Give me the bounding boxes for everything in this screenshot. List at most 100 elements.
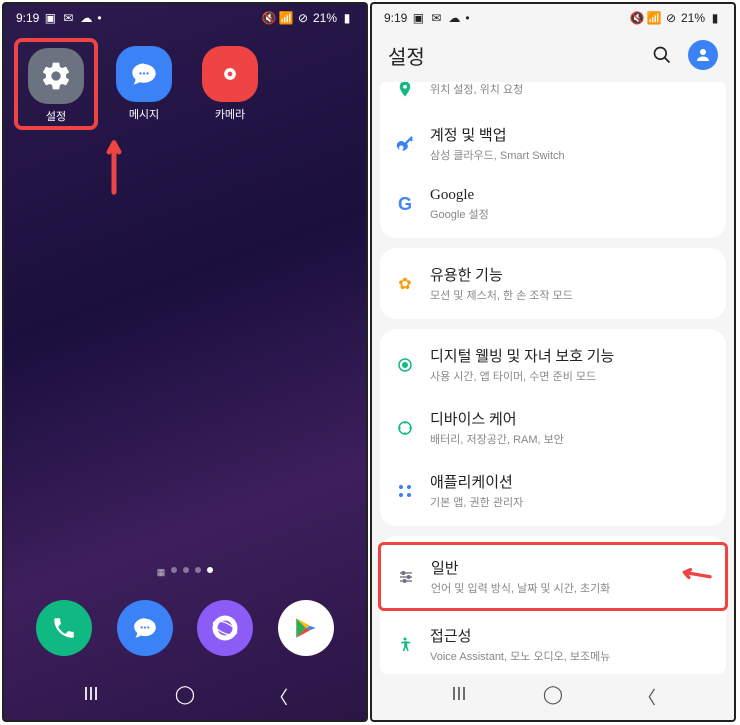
settings-group: 위치 설정, 위치 요청 계정 및 백업 삼성 클라우드, Smart Swit…: [380, 82, 726, 238]
play-store-icon: [293, 615, 319, 641]
item-title: 계정 및 백업: [430, 124, 712, 145]
messages-icon: [116, 46, 172, 102]
wifi-icon: 📶: [647, 11, 661, 25]
nav-recent[interactable]: III: [439, 684, 479, 710]
item-subtitle: 사용 시간, 앱 타이머, 수면 준비 모드: [430, 368, 712, 384]
app-label: 설정: [46, 108, 66, 124]
settings-item-location[interactable]: 위치 설정, 위치 요청: [380, 82, 726, 112]
no-data-icon: ⊘: [664, 11, 678, 25]
settings-item-wellbeing[interactable]: 디지털 웰빙 및 자녀 보호 기능 사용 시간, 앱 타이머, 수면 준비 모드: [380, 333, 726, 396]
item-title: Google: [430, 187, 712, 204]
header-actions: [652, 40, 718, 70]
settings-item-google[interactable]: G Google Google 설정: [380, 175, 726, 234]
profile-avatar[interactable]: [688, 40, 718, 70]
item-subtitle: 기본 앱, 권한 관리자: [430, 494, 712, 510]
nav-home[interactable]: ◯: [533, 684, 573, 710]
settings-item-apps[interactable]: 애플리케이션 기본 앱, 권한 관리자: [380, 459, 726, 522]
status-bar: 9:19 ▣ ✉ ☁ • 🔇 📶 ⊘ 21% ▮: [372, 4, 734, 32]
nav-bar: III ◯ 〈: [372, 674, 734, 720]
item-title: 디지털 웰빙 및 자녀 보호 기능: [430, 345, 712, 366]
page-dot: [171, 567, 177, 573]
battery-icon: ▮: [340, 11, 354, 25]
settings-item-device-care[interactable]: 디바이스 케어 배터리, 저장공간, RAM, 보안: [380, 396, 726, 459]
cloud-icon: ☁: [447, 11, 461, 25]
item-text: 접근성 Voice Assistant, 모노 오디오, 보조메뉴: [430, 625, 712, 664]
page-indicator[interactable]: ▦: [4, 557, 366, 588]
dock-browser[interactable]: [197, 600, 253, 656]
item-title: 디바이스 케어: [430, 408, 712, 429]
settings-item-features[interactable]: ✿ 유용한 기능 모션 및 제스처, 한 손 조작 모드: [380, 252, 726, 315]
home-screen: 9:19 ▣ ✉ ☁ • 🔇 📶 ⊘ 21% ▮ 설정: [2, 2, 368, 722]
item-title: 일반: [431, 557, 711, 578]
item-title: 애플리케이션: [430, 471, 712, 492]
dock-messages[interactable]: [117, 600, 173, 656]
app-row: 설정 메시지 카메라: [4, 32, 366, 140]
status-right: 🔇 📶 ⊘ 21% ▮: [262, 11, 354, 25]
browser-icon: [210, 613, 240, 643]
dock-play-store[interactable]: [278, 600, 334, 656]
battery-text: 21%: [681, 11, 705, 25]
camera-icon: [202, 46, 258, 102]
app-messages[interactable]: 메시지: [110, 46, 178, 126]
nav-recent[interactable]: III: [71, 684, 111, 710]
battery-icon: ▮: [708, 11, 722, 25]
dock-phone[interactable]: [36, 600, 92, 656]
item-text: 디지털 웰빙 및 자녀 보호 기능 사용 시간, 앱 타이머, 수면 준비 모드: [430, 345, 712, 384]
care-icon: [394, 417, 416, 439]
settings-item-accounts[interactable]: 계정 및 백업 삼성 클라우드, Smart Switch: [380, 112, 726, 175]
image-icon: ▣: [43, 11, 57, 25]
item-subtitle: 언어 및 입력 방식, 날짜 및 시간, 초기화: [431, 580, 711, 596]
status-right: 🔇 📶 ⊘ 21% ▮: [630, 11, 722, 25]
app-camera[interactable]: 카메라: [196, 46, 264, 126]
nav-back[interactable]: 〈: [259, 684, 299, 710]
status-left: 9:19 ▣ ✉ ☁ •: [16, 11, 102, 25]
item-title: 접근성: [430, 625, 712, 646]
dock: [4, 588, 366, 674]
star-icon: ✿: [394, 273, 416, 295]
more-icon: •: [465, 11, 469, 25]
messages-icon: [132, 615, 158, 641]
search-button[interactable]: [652, 45, 672, 65]
app-label: 메시지: [129, 106, 159, 122]
status-time: 9:19: [384, 11, 407, 25]
wifi-icon: 📶: [279, 11, 293, 25]
page-title: 설정: [388, 41, 425, 70]
nav-back[interactable]: 〈: [627, 684, 667, 710]
sliders-icon: [395, 566, 417, 588]
page-dot: [195, 567, 201, 573]
google-icon: G: [394, 194, 416, 216]
settings-highlight: 설정: [14, 38, 98, 130]
item-title: 유용한 기능: [430, 264, 712, 285]
item-subtitle: 배터리, 저장공간, RAM, 보안: [430, 431, 712, 447]
app-settings[interactable]: 설정: [22, 48, 90, 124]
search-icon: [652, 45, 672, 65]
key-icon: [394, 133, 416, 155]
item-text: 계정 및 백업 삼성 클라우드, Smart Switch: [430, 124, 712, 163]
status-bar: 9:19 ▣ ✉ ☁ • 🔇 📶 ⊘ 21% ▮: [4, 4, 366, 32]
mute-icon: 🔇: [630, 11, 644, 25]
app-label: 카메라: [215, 106, 245, 122]
status-left: 9:19 ▣ ✉ ☁ •: [384, 11, 470, 25]
nav-home[interactable]: ◯: [165, 684, 205, 710]
more-icon: •: [97, 11, 101, 25]
item-text: 위치 설정, 위치 요청: [430, 82, 712, 97]
item-text: 유용한 기능 모션 및 제스처, 한 손 조작 모드: [430, 264, 712, 303]
accessibility-icon: [394, 634, 416, 656]
item-subtitle: Google 설정: [430, 206, 712, 222]
settings-item-accessibility[interactable]: 접근성 Voice Assistant, 모노 오디오, 보조메뉴: [380, 613, 726, 674]
page-dot-active: [207, 567, 213, 573]
settings-group: 일반 언어 및 입력 방식, 날짜 및 시간, 초기화 접근성 Voice As…: [380, 536, 726, 674]
item-text: 애플리케이션 기본 앱, 권한 관리자: [430, 471, 712, 510]
item-subtitle: 모션 및 제스처, 한 손 조작 모드: [430, 287, 712, 303]
status-time: 9:19: [16, 11, 39, 25]
settings-list[interactable]: 위치 설정, 위치 요청 계정 및 백업 삼성 클라우드, Smart Swit…: [372, 82, 734, 674]
item-subtitle: 삼성 클라우드, Smart Switch: [430, 147, 712, 163]
image-icon: ▣: [411, 11, 425, 25]
settings-screen: 9:19 ▣ ✉ ☁ • 🔇 📶 ⊘ 21% ▮ 설정: [370, 2, 736, 722]
mail-icon: ✉: [61, 11, 75, 25]
page-dot: [183, 567, 189, 573]
indicator-grid-icon: ▦: [157, 567, 166, 578]
wellbeing-icon: [394, 354, 416, 376]
apps-icon: [394, 480, 416, 502]
mute-icon: 🔇: [262, 11, 276, 25]
